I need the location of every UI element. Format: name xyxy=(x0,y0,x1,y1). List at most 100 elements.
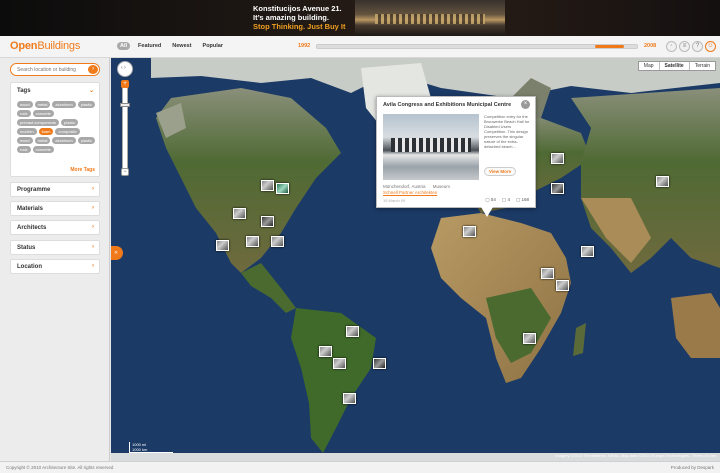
banner-line-1: Konstitucijos Avenue 21. xyxy=(253,4,342,13)
banner-line-2: It’s amazing building. xyxy=(253,13,329,22)
zoom-handle[interactable] xyxy=(120,103,130,107)
search-icon[interactable]: › xyxy=(88,65,98,74)
close-icon[interactable]: × xyxy=(521,100,530,109)
timeline-selected-range[interactable] xyxy=(595,45,625,48)
building-thumbnail[interactable] xyxy=(333,358,346,369)
scale-km: 1000 km xyxy=(132,447,148,452)
tag[interactable]: plastic xyxy=(77,101,96,108)
building-thumbnail[interactable] xyxy=(343,393,356,404)
popup-date: 15 March 09 xyxy=(383,198,406,203)
world-map[interactable]: + − « Map Satellite Terrain 1000 mi 1000… xyxy=(111,58,720,461)
zoom-in-button[interactable]: + xyxy=(121,80,129,88)
tag-cloud: wood metal aluminum plastic rock concret… xyxy=(17,101,97,153)
share-icon[interactable]: ≡ xyxy=(679,41,690,52)
tag[interactable]: modern xyxy=(17,128,37,135)
tag[interactable]: metal xyxy=(34,101,51,108)
popup-architect-link[interactable]: Schnell Partner Architekten xyxy=(383,190,437,195)
building-thumbnail[interactable] xyxy=(373,358,386,369)
section-label: Programme xyxy=(17,187,51,193)
year-timeline-slider[interactable] xyxy=(316,44,638,49)
chevron-right-icon: › xyxy=(92,205,94,211)
tag[interactable]: aluminum xyxy=(52,101,76,108)
views-count: 54 xyxy=(490,197,496,202)
zoom-out-button[interactable]: − xyxy=(121,168,129,176)
site-logo[interactable]: OpenBuildings xyxy=(10,40,80,52)
tag[interactable]: rock xyxy=(17,110,31,117)
building-thumbnail[interactable] xyxy=(319,346,332,357)
building-thumbnail[interactable] xyxy=(261,216,274,227)
building-thumbnail[interactable] xyxy=(523,333,536,344)
likes-stat: ▢ 168 xyxy=(516,197,529,203)
chevron-right-icon: › xyxy=(92,244,94,250)
building-thumbnail[interactable] xyxy=(556,280,569,291)
chevron-down-icon[interactable]: ⌄ xyxy=(89,87,94,94)
map-type-map[interactable]: Map xyxy=(639,62,660,70)
map-scale: 1000 mi 1000 km xyxy=(129,442,173,453)
building-thumbnail[interactable] xyxy=(551,183,564,194)
tag[interactable]: wood xyxy=(17,137,33,144)
pan-control[interactable] xyxy=(117,61,133,77)
comments-icon: ▢ xyxy=(501,197,507,202)
views-icon: ▢ xyxy=(485,197,490,202)
search-input[interactable] xyxy=(11,64,85,75)
tag[interactable]: concrete xyxy=(32,146,54,153)
rss-icon[interactable]: ◦ xyxy=(666,41,677,52)
building-thumbnail[interactable] xyxy=(271,236,284,247)
tag[interactable]: composite xyxy=(55,128,80,135)
copyright: Copyright © 2010 Architecture Site. All … xyxy=(6,465,114,470)
building-photo[interactable] xyxy=(383,114,479,180)
tag[interactable]: aluminum xyxy=(52,137,76,144)
building-thumbnail[interactable] xyxy=(656,176,669,187)
top-banner-ad[interactable]: Konstitucijos Avenue 21. It’s amazing bu… xyxy=(0,0,720,36)
popup-location: Münchendorf, Austria xyxy=(383,184,426,189)
views-stat: ▢ 54 xyxy=(485,197,496,203)
map-type-satellite[interactable]: Satellite xyxy=(660,62,690,70)
map-type-terrain[interactable]: Terrain xyxy=(690,62,715,70)
produced-by-link[interactable]: Produced by Despark xyxy=(671,465,714,470)
building-thumbnail[interactable] xyxy=(463,226,476,237)
building-thumbnail[interactable] xyxy=(216,240,229,251)
comments-stat: ▢ 4 xyxy=(502,197,510,203)
tag[interactable]: precast components xyxy=(17,119,60,126)
building-thumbnail[interactable] xyxy=(246,236,259,247)
building-thumbnail[interactable] xyxy=(233,208,246,219)
building-thumbnail[interactable] xyxy=(261,180,274,191)
tag[interactable]: wood xyxy=(17,101,33,108)
chevron-right-icon: › xyxy=(92,186,94,192)
tag[interactable]: rock xyxy=(17,146,31,153)
section-location[interactable]: Location › xyxy=(10,259,100,274)
building-thumbnail[interactable] xyxy=(276,183,289,194)
tag[interactable]: plastic xyxy=(61,119,79,126)
tag[interactable]: metal xyxy=(34,137,51,144)
section-label: Location xyxy=(17,264,42,270)
filter-featured[interactable]: Featured xyxy=(135,42,164,50)
building-popup: Avila Congress and Exhibitions Municipal… xyxy=(376,96,536,217)
section-status[interactable]: Status › xyxy=(10,240,100,255)
zoom-slider[interactable] xyxy=(122,83,128,175)
section-architects[interactable]: Architects › xyxy=(10,220,100,235)
building-thumbnail[interactable] xyxy=(541,268,554,279)
tag-selected[interactable]: foam xyxy=(38,128,54,135)
building-thumbnail[interactable] xyxy=(551,153,564,164)
section-programme[interactable]: Programme › xyxy=(10,182,100,197)
header-bar: OpenBuildings All Featured Newest Popula… xyxy=(0,36,720,58)
tag[interactable]: concrete xyxy=(32,110,54,117)
popup-stats: ▢ 54 ▢ 4 ▢ 168 xyxy=(485,197,529,203)
banner-line-3: Stop Thinking. Just Buy It xyxy=(253,22,346,31)
section-materials[interactable]: Materials › xyxy=(10,201,100,216)
tag[interactable]: plastic xyxy=(77,137,96,144)
filter-popular[interactable]: Popular xyxy=(200,42,226,50)
popup-location-type: Münchendorf, Austria Museum xyxy=(383,184,450,189)
view-more-button[interactable]: View More xyxy=(484,167,517,176)
help-icon[interactable]: ? xyxy=(692,41,703,52)
popup-type: Museum xyxy=(432,184,451,189)
building-thumbnail[interactable] xyxy=(346,326,359,337)
user-icon[interactable]: ☺ xyxy=(705,41,716,52)
filter-newest[interactable]: Newest xyxy=(169,42,194,50)
building-thumbnail[interactable] xyxy=(581,246,594,257)
more-tags-link[interactable]: More Tags xyxy=(70,167,95,173)
likes-icon: ▢ xyxy=(515,197,521,202)
filter-all[interactable]: All xyxy=(117,42,131,50)
popup-title[interactable]: Avila Congress and Exhibitions Municipal… xyxy=(383,102,511,108)
chevron-right-icon: › xyxy=(92,224,94,230)
